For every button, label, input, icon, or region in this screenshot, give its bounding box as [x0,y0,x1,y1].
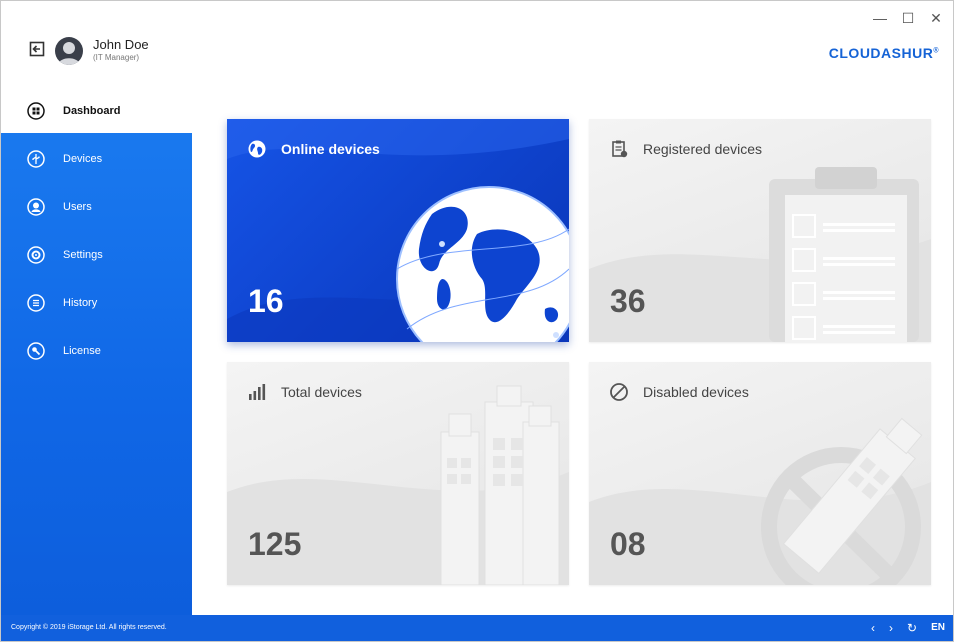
header: John Doe (IT Manager) — ☐ ✕ CLOUDASHUR® [1,1,953,89]
sidebar-item-history[interactable]: History [1,281,192,325]
user-avatar-icon [58,42,80,65]
footer: Copyright © 2019 iStorage Ltd. All right… [1,615,953,641]
language-selector[interactable]: EN [931,620,945,636]
prohibited-icon [610,383,628,401]
dashboard-icon [27,102,45,120]
sidebar-item-license[interactable]: License [1,329,192,373]
sidebar-item-label: Devices [63,153,103,165]
card-title: Registered devices [643,141,763,157]
avatar[interactable] [55,37,83,65]
refresh-icon[interactable]: ↻ [907,620,917,636]
window-controls: — ☐ ✕ [873,11,943,25]
card-title: Online devices [281,141,380,157]
sidebar-item-dashboard[interactable]: Dashboard [1,89,192,133]
chevron-right-icon[interactable]: › [889,620,893,636]
brand-name: CLOUDASHUR [828,45,934,61]
sidebar-item-label: Users [63,201,92,213]
card-registered-devices[interactable]: Registered devices 36 [589,119,931,342]
registered-devices-count: 36 [610,283,646,319]
signal-bars-icon [249,384,266,400]
sidebar-item-users[interactable]: Users [1,185,192,229]
minimize-button[interactable]: — [873,11,887,25]
sidebar-item-settings[interactable]: Settings [1,233,192,277]
card-online-devices[interactable]: Online devices 16 [227,119,569,342]
brand-mark: ® [933,47,939,55]
card-title: Disabled devices [643,384,749,400]
total-devices-count: 125 [248,526,302,562]
online-devices-count: 16 [248,283,284,319]
user-role: (IT Manager) [93,53,140,62]
user-icon [27,198,45,216]
sidebar-item-devices[interactable]: Devices [1,137,192,181]
maximize-button[interactable]: ☐ [901,11,915,25]
close-button[interactable]: ✕ [929,11,943,25]
sidebar: Dashboard Devices Users Settings History [1,89,192,615]
user-name: John Doe [93,37,149,52]
globe-icon [248,140,266,158]
card-total-devices[interactable]: Total devices 125 [227,362,569,585]
footer-tools: ‹ › ↻ EN [871,620,945,636]
card-disabled-devices[interactable]: Disabled devices 08 [589,362,931,585]
card-title: Total devices [281,384,362,400]
sidebar-item-label: Settings [63,249,103,261]
sidebar-item-label: Dashboard [63,105,121,117]
key-icon [27,342,45,360]
copyright-text: Copyright © 2019 iStorage Ltd. All right… [11,624,167,631]
usb-icon [27,150,45,168]
sidebar-item-label: License [63,345,101,357]
gear-icon [27,246,45,264]
logout-icon[interactable] [29,41,45,57]
clipboard-icon [612,140,628,158]
list-icon [27,294,45,312]
disabled-devices-count: 08 [610,526,646,562]
chevron-left-icon[interactable]: ‹ [871,620,875,636]
sidebar-item-label: History [63,297,98,309]
brand-logo: CLOUDASHUR® [829,45,939,61]
